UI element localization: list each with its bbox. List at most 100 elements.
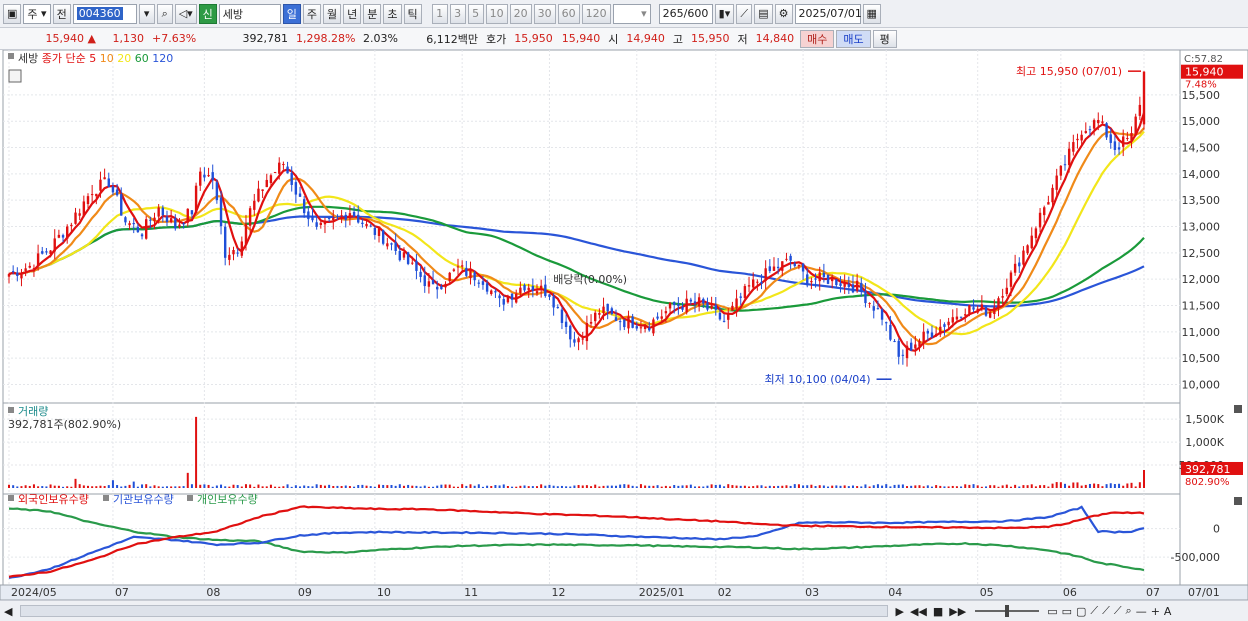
period-second-tab[interactable]: 초 xyxy=(383,3,402,24)
tool-icon-2[interactable]: ⟋ xyxy=(1100,604,1112,618)
scroll-left-icon[interactable]: ◀ xyxy=(0,605,16,618)
candle-body xyxy=(186,208,189,223)
interval-30-button[interactable]: 30 xyxy=(533,3,556,24)
interval-5-button[interactable]: 5 xyxy=(467,3,484,24)
price-tick-label: 10,000 xyxy=(1182,378,1221,391)
candle-body xyxy=(610,308,614,315)
interval-60-button[interactable]: 60 xyxy=(557,3,580,24)
candle-body xyxy=(377,228,381,236)
indicator-icon[interactable]: ⟋ xyxy=(736,3,753,24)
candle-body xyxy=(465,267,468,276)
candle-type-icon[interactable]: ▮▾ xyxy=(714,3,735,24)
calendar-icon[interactable]: ▦ xyxy=(862,3,881,24)
volume-bar xyxy=(103,486,106,488)
volume-bar xyxy=(49,484,52,488)
candle-body xyxy=(28,265,31,268)
period-tick-tab[interactable]: 틱 xyxy=(403,3,422,24)
candle-body xyxy=(814,278,817,280)
search-icon[interactable]: ⌕ xyxy=(156,3,173,24)
candle-body xyxy=(16,272,19,276)
tool-icon-1[interactable]: ⟋ xyxy=(1088,604,1100,618)
scroll-right-icon[interactable]: ▶ xyxy=(892,605,906,618)
rewind-icon[interactable]: ◀◀ xyxy=(907,605,930,618)
price-tick-label: 11,000 xyxy=(1182,326,1221,339)
candle-body xyxy=(1034,228,1038,239)
gear-icon[interactable]: ⚙ xyxy=(774,3,793,24)
stock-name-field[interactable]: 세방 xyxy=(218,3,281,24)
volume-bar xyxy=(585,485,588,488)
window-icon[interactable]: ▣ xyxy=(3,3,22,24)
period-week-tab[interactable]: 주 xyxy=(302,3,322,24)
chart-merge-icon[interactable]: ▭ xyxy=(1060,605,1074,618)
volume-bar xyxy=(1039,485,1042,488)
volume-bar xyxy=(756,485,759,488)
volume-bar xyxy=(1059,482,1062,488)
candle-body xyxy=(706,302,709,310)
candle-body xyxy=(381,230,385,244)
buy-button[interactable]: 매수 xyxy=(800,29,835,48)
speaker-icon[interactable]: ◁▾ xyxy=(174,3,197,24)
holdings-legend-item: 외국인보유수량 xyxy=(18,493,89,506)
candle-body xyxy=(631,316,634,328)
eval-button[interactable]: 평 xyxy=(872,29,897,48)
volume-bar xyxy=(847,486,850,488)
market-select[interactable]: 주 ▾ xyxy=(23,3,51,24)
volume-bar xyxy=(677,485,680,488)
interval-dropdown[interactable]: ▾ xyxy=(612,3,651,24)
zoom-out-icon[interactable]: — xyxy=(1134,605,1149,618)
interval-20-button[interactable]: 20 xyxy=(509,3,532,24)
stock-code-input[interactable]: 004360 xyxy=(72,3,137,24)
candle-body xyxy=(373,227,377,235)
volume-bar xyxy=(614,485,617,488)
volume-bar xyxy=(178,486,181,488)
candle-body xyxy=(361,222,364,225)
chevron-down-icon[interactable]: ▾ xyxy=(138,3,155,24)
panel-close-icon xyxy=(1234,497,1242,505)
prev-button[interactable]: 전 xyxy=(52,3,71,24)
interval-120-button[interactable]: 120 xyxy=(581,3,611,24)
interval-3-button[interactable]: 3 xyxy=(449,3,466,24)
chart-split-icon[interactable]: ▭ xyxy=(1045,605,1059,618)
candle-body xyxy=(1001,296,1004,298)
candle-body xyxy=(49,250,52,255)
interval-10-button[interactable]: 10 xyxy=(485,3,508,24)
candle-body xyxy=(124,217,127,223)
candle-body xyxy=(531,286,535,291)
volume-bar xyxy=(889,486,892,488)
candle-body xyxy=(764,268,767,281)
play-icon[interactable]: ▶▶ xyxy=(946,605,969,618)
sell-button[interactable]: 매도 xyxy=(836,29,871,48)
volume-bar xyxy=(457,486,460,488)
font-size-icon[interactable]: A xyxy=(1162,605,1174,618)
candle-body xyxy=(157,207,160,217)
count-field[interactable]: 265/600 xyxy=(658,3,713,24)
copy-icon[interactable]: ▢ xyxy=(1074,605,1088,618)
zoom-slider[interactable] xyxy=(975,605,1040,617)
period-minute-tab[interactable]: 분 xyxy=(363,3,382,24)
interval-1-button[interactable]: 1 xyxy=(431,3,448,24)
candle-body xyxy=(1084,131,1087,134)
save-icon[interactable]: ▤ xyxy=(754,3,773,24)
volume-bar xyxy=(656,485,659,488)
volume-bar xyxy=(777,485,780,488)
stop-icon[interactable]: ■ xyxy=(930,605,946,618)
period-month-tab[interactable]: 월 xyxy=(323,3,342,24)
open-label: 시 xyxy=(608,32,619,46)
candle-body xyxy=(739,296,742,298)
candle-body xyxy=(843,282,846,287)
zoom-in-icon[interactable]: + xyxy=(1149,605,1162,618)
period-day-tab[interactable]: 일 xyxy=(282,3,301,24)
zoom-search-icon[interactable]: ⌕ xyxy=(1124,604,1134,618)
volume-bar xyxy=(1076,482,1079,488)
tool-icon-3[interactable]: ⟋ xyxy=(1112,604,1124,618)
volume-bar xyxy=(82,485,85,488)
volume-bar xyxy=(411,485,414,488)
stock-chart[interactable]: 10,000 10,500 11,000 11,500 12,000 12,500 13,0… xyxy=(0,50,1248,600)
date-field[interactable]: 2025/07/01 xyxy=(794,3,862,24)
candle-body xyxy=(789,255,792,261)
candle-body xyxy=(756,281,759,283)
candle-body xyxy=(618,321,622,323)
candle-body xyxy=(398,250,402,261)
horizontal-scrollbar[interactable] xyxy=(20,605,889,617)
period-year-tab[interactable]: 년 xyxy=(343,3,362,24)
